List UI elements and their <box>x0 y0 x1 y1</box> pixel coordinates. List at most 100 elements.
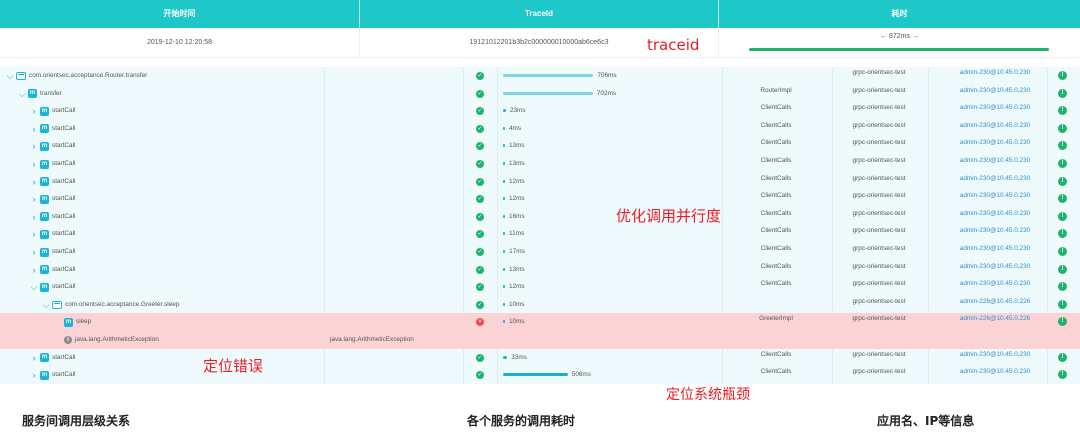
detail-info-icon[interactable]: ! <box>1058 71 1067 80</box>
span-name: transfer <box>40 89 62 97</box>
chevron-right-icon[interactable]: › <box>30 160 38 169</box>
host-ip-link[interactable]: admin-230@10.45.0.230 <box>940 134 1050 152</box>
detail-info-icon[interactable]: ! <box>1058 211 1067 221</box>
span-name-cell: › m startCall <box>30 349 75 367</box>
success-status-icon: ✓ <box>476 283 484 292</box>
duration-label: 23ms <box>509 107 526 115</box>
host-ip-link[interactable]: admin-230@10.45.0.230 <box>940 152 1050 170</box>
duration-bar <box>503 320 505 324</box>
method-icon: m <box>40 106 49 116</box>
host-ip-link[interactable]: admin-230@10.45.0.230 <box>940 363 1050 381</box>
detail-info-icon[interactable]: ! <box>1058 317 1067 327</box>
header-trace-id[interactable]: TraceId <box>360 0 719 28</box>
duration-label: 17ms <box>509 248 525 255</box>
chevron-right-icon[interactable]: › <box>30 265 38 274</box>
host-ip-link[interactable]: admin-230@10.45.0.230 <box>940 222 1050 240</box>
span-row[interactable]: › m startCall ✓ 506ms ClientCalls grpc-orients… <box>0 366 1080 384</box>
method-icon: m <box>40 194 49 204</box>
duration-label: 506ms <box>571 371 591 379</box>
service-name: grpc-orientsec-test <box>852 368 906 376</box>
duration-label: 12ms <box>509 283 525 291</box>
success-status-icon: ✓ <box>476 107 484 116</box>
chevron-right-icon[interactable]: › <box>30 142 38 151</box>
host-ip-link[interactable]: admin-230@10.45.0.230 <box>940 187 1050 205</box>
host-ip-link[interactable]: admin-230@10.45.0.230 <box>940 275 1050 293</box>
header-start-time[interactable]: 开始时间 <box>0 0 360 28</box>
method-icon: m <box>64 317 73 327</box>
detail-info-icon[interactable]: ! <box>1058 176 1067 186</box>
success-status-icon: ✓ <box>476 124 484 133</box>
detail-info-icon[interactable]: ! <box>1058 264 1067 274</box>
duration-label: 13ms <box>509 265 525 273</box>
host-ip-link[interactable]: admin-226@10.45.0.226 <box>940 293 1050 311</box>
span-name-cell: ⌵ com.orientsec.acceptance.Router.transfe… <box>6 67 148 85</box>
method-icon: m <box>40 177 49 187</box>
span-row[interactable]: m sleep × 10ms GreeterImpl grpc-orientsec-tes… <box>0 310 1080 332</box>
host-ip-link[interactable]: admin-230@10.45.0.230 <box>940 99 1050 117</box>
detail-info-icon[interactable]: ! <box>1058 194 1067 204</box>
method-icon: m <box>40 159 49 169</box>
span-type: ClientCalls <box>760 209 792 217</box>
detail-info-icon[interactable]: ! <box>1058 141 1067 151</box>
host-ip-link[interactable]: admin-230@10.45.0.230 <box>940 170 1050 188</box>
span-name-cell: m sleep <box>54 313 91 331</box>
host-ip-link[interactable]: admin-230@10.45.0.230 <box>940 205 1050 223</box>
chevron-down-icon[interactable]: ⌵ <box>18 89 26 98</box>
duration-cell: ← 872ms → <box>719 28 1080 58</box>
host-ip-link[interactable]: admin-230@10.45.0.230 <box>940 258 1050 276</box>
detail-info-icon[interactable]: ! <box>1058 106 1067 116</box>
detail-info-icon[interactable]: ! <box>1058 229 1067 239</box>
span-name-cell: › m startCall <box>30 190 75 208</box>
detail-info-icon[interactable]: ! <box>1058 123 1067 133</box>
chevron-right-icon[interactable]: › <box>30 248 38 257</box>
duration-label: 13ms <box>509 142 525 150</box>
method-icon: m <box>40 265 49 275</box>
chevron-right-icon[interactable]: › <box>30 353 38 362</box>
host-ip-link[interactable]: admin-226@10.45.0.226 <box>940 310 1050 328</box>
host-ip-link[interactable]: admin-230@10.45.0.230 <box>940 117 1050 135</box>
host-ip-link[interactable]: admin-230@10.45.0.230 <box>940 346 1050 364</box>
detail-info-icon[interactable]: ! <box>1058 247 1067 256</box>
chevron-right-icon[interactable]: › <box>30 195 38 204</box>
chevron-right-icon[interactable]: › <box>30 107 38 116</box>
detail-info-icon[interactable]: ! <box>1058 88 1067 98</box>
header-duration[interactable]: 耗时 <box>719 0 1080 28</box>
service-name: grpc-orientsec-test <box>852 121 906 129</box>
success-status-icon: ✓ <box>476 142 484 151</box>
detail-info-icon[interactable]: ! <box>1058 282 1067 292</box>
detail-info-icon[interactable]: ! <box>1058 159 1067 168</box>
span-type: RouterImpl <box>760 86 792 94</box>
duration-label: 11ms <box>509 230 525 238</box>
method-icon: m <box>40 124 49 134</box>
duration-bar <box>503 214 506 218</box>
span-name: com.orientsec.acceptance.Greeter.sleep <box>65 300 180 308</box>
success-status-icon: ✓ <box>476 300 484 309</box>
chevron-right-icon[interactable]: › <box>30 212 38 221</box>
chevron-right-icon[interactable]: › <box>30 371 38 380</box>
host-ip-link[interactable]: admin-230@10.45.0.230 <box>940 240 1050 258</box>
duration-label: 33ms <box>511 353 527 361</box>
span-name: startCall <box>52 177 76 185</box>
chevron-right-icon[interactable]: › <box>30 230 38 239</box>
error-status-icon: × <box>476 318 484 327</box>
span-name-cell: › m startCall <box>30 208 75 226</box>
duration-bar <box>503 109 506 113</box>
chevron-right-icon[interactable]: › <box>30 177 38 186</box>
detail-info-icon[interactable]: ! <box>1058 370 1067 380</box>
host-ip-link[interactable]: admin-230@10.45.0.230 <box>940 64 1050 82</box>
detail-info-icon[interactable]: ! <box>1058 352 1067 362</box>
chevron-down-icon[interactable]: ⌵ <box>42 300 50 309</box>
method-icon: m <box>40 282 49 292</box>
span-type: ClientCalls <box>760 121 792 129</box>
service-name: grpc-orientsec-test <box>852 86 906 94</box>
method-icon: m <box>40 247 49 257</box>
chevron-down-icon[interactable]: ⌵ <box>6 72 14 81</box>
detail-info-icon[interactable]: ! <box>1058 299 1067 309</box>
host-ip-link[interactable]: admin-230@10.45.0.230 <box>940 82 1050 100</box>
chevron-right-icon[interactable]: › <box>30 124 38 133</box>
span-type: ClientCalls <box>760 368 792 376</box>
span-name-cell: › m startCall <box>30 137 75 155</box>
chevron-down-icon[interactable]: ⌵ <box>30 283 38 292</box>
trace-summary-row[interactable]: 2019-12-10 12:20:58 19121012201b3b2c0000… <box>0 28 1080 58</box>
method-icon: m <box>28 89 37 99</box>
